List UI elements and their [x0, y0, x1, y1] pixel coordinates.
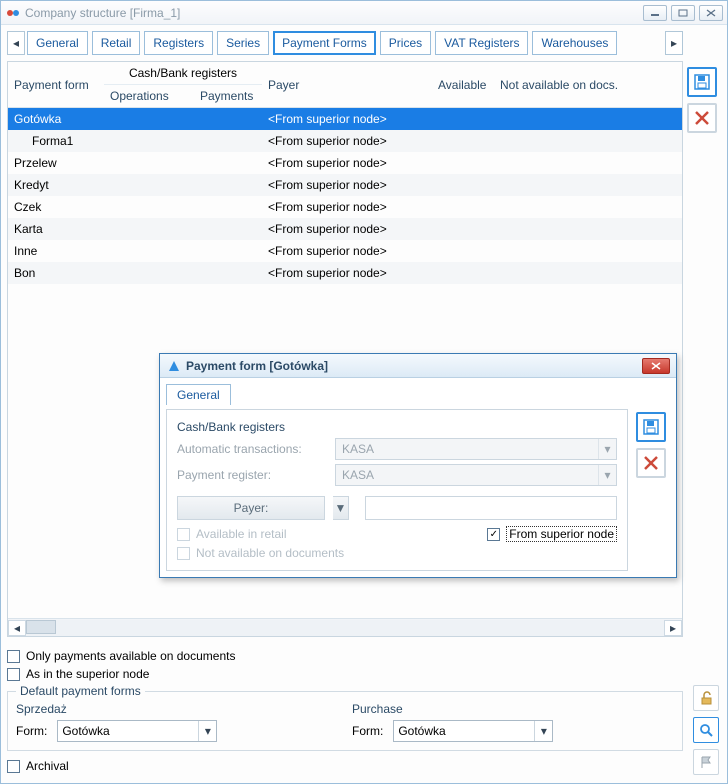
th-payer[interactable]: Payer [262, 62, 432, 107]
maximize-button[interactable] [671, 5, 695, 21]
auto-trans-select[interactable]: KASA ▾ [335, 438, 617, 460]
scroll-right-button[interactable]: ▸ [664, 620, 682, 636]
tab-payment-forms[interactable]: Payment Forms [273, 31, 376, 55]
search-button[interactable] [693, 717, 719, 743]
checkbox-icon: ✓ [487, 528, 500, 541]
tab-registers[interactable]: Registers [144, 31, 213, 55]
payment-form-dialog: Payment form [Gotówka] General Cash/Bank… [159, 353, 677, 578]
sale-label: Sprzedaż [16, 702, 338, 716]
titlebar: Company structure [Firma_1] [1, 1, 727, 25]
checkbox-icon [177, 547, 190, 560]
table-row[interactable]: Gotówka<From superior node> [8, 108, 682, 130]
payer-dropdown[interactable]: ▼ [333, 496, 349, 520]
table-row[interactable]: Karta<From superior node> [8, 218, 682, 240]
checkbox-icon [177, 528, 190, 541]
archival-checkbox[interactable]: Archival [7, 759, 683, 773]
auto-trans-label: Automatic transactions: [177, 442, 327, 456]
table-row[interactable]: Czek<From superior node> [8, 196, 682, 218]
th-not-available[interactable]: Not available on docs. [494, 62, 682, 107]
magnifier-icon [698, 722, 714, 738]
dialog-close-button[interactable] [642, 358, 670, 374]
th-operations[interactable]: Operations [104, 85, 194, 107]
dialog-icon [166, 358, 182, 374]
tab-scroll-right[interactable]: ▸ [665, 31, 683, 55]
from-superior-checkbox[interactable]: ✓ From superior node [487, 526, 617, 542]
delete-button[interactable] [687, 103, 717, 133]
tab-strip: ◂ GeneralRetailRegistersSeriesPayment Fo… [7, 31, 683, 55]
tab-retail[interactable]: Retail [92, 31, 141, 55]
purchase-form-select[interactable]: Gotówka ▾ [393, 720, 553, 742]
tab-general[interactable]: General [27, 31, 88, 55]
chevron-down-icon: ▾ [598, 465, 616, 485]
pay-reg-select[interactable]: KASA ▾ [335, 464, 617, 486]
checkbox-icon [7, 650, 20, 663]
table-row[interactable]: Przelew<From superior node> [8, 152, 682, 174]
x-icon [643, 455, 659, 471]
minimize-button[interactable] [643, 5, 667, 21]
save-button[interactable] [687, 67, 717, 97]
dialog-tab-general[interactable]: General [166, 384, 231, 405]
tab-series[interactable]: Series [217, 31, 269, 55]
as-in-superior-checkbox[interactable]: As in the superior node [7, 667, 683, 681]
window: Company structure [Firma_1] ◂ GeneralRet… [0, 0, 728, 784]
floppy-icon [693, 73, 711, 91]
scroll-thumb[interactable] [26, 620, 56, 634]
sale-form-select[interactable]: Gotówka ▾ [57, 720, 217, 742]
dialog-save-button[interactable] [636, 412, 666, 442]
group-label: Cash/Bank registers [177, 420, 617, 434]
payer-button[interactable]: Payer: [177, 496, 325, 520]
chevron-down-icon: ▾ [534, 721, 552, 741]
dialog-cancel-button[interactable] [636, 448, 666, 478]
tab-prices[interactable]: Prices [380, 31, 431, 55]
lock-button[interactable] [693, 685, 719, 711]
th-payments[interactable]: Payments [194, 85, 262, 107]
app-icon [5, 5, 21, 21]
th-payment-form[interactable]: Payment form [8, 62, 104, 107]
tab-vat-registers[interactable]: VAT Registers [435, 31, 528, 55]
close-button[interactable] [699, 5, 723, 21]
available-retail-checkbox: Available in retail [177, 527, 487, 541]
th-available[interactable]: Available [432, 62, 494, 107]
h-scrollbar[interactable]: ◂ ▸ [8, 618, 682, 636]
scroll-track[interactable] [26, 620, 664, 636]
purchase-label: Purchase [352, 702, 674, 716]
scroll-left-button[interactable]: ◂ [8, 620, 26, 636]
form-label: Form: [16, 724, 47, 738]
checkbox-icon [7, 760, 20, 773]
chevron-down-icon: ▾ [198, 721, 216, 741]
floppy-icon [642, 418, 660, 436]
table-row[interactable]: Kredyt<From superior node> [8, 174, 682, 196]
window-title: Company structure [Firma_1] [25, 6, 643, 20]
tab-warehouses[interactable]: Warehouses [532, 31, 617, 55]
table-header: Payment form Cash/Bank registers Operati… [8, 62, 682, 108]
table-row[interactable]: Forma1<From superior node> [8, 130, 682, 152]
dialog-titlebar[interactable]: Payment form [Gotówka] [160, 354, 676, 378]
lock-open-icon [698, 690, 714, 706]
th-cash-bank-group: Cash/Bank registers Operations Payments [104, 62, 262, 107]
only-payments-checkbox[interactable]: Only payments available on documents [7, 649, 683, 663]
dialog-panel: Cash/Bank registers Automatic transactio… [166, 409, 628, 571]
tab-scroll-left[interactable]: ◂ [7, 31, 25, 55]
payer-input[interactable] [365, 496, 617, 520]
table-row[interactable]: Bon<From superior node> [8, 262, 682, 284]
default-payment-forms-group: Default payment forms Sprzedaż Form: Got… [7, 691, 683, 751]
flag-button[interactable] [693, 749, 719, 775]
table-row[interactable]: Inne<From superior node> [8, 240, 682, 262]
checkbox-icon [7, 668, 20, 681]
chevron-down-icon: ▾ [598, 439, 616, 459]
flag-icon [699, 755, 713, 769]
x-icon [694, 110, 710, 126]
form-label: Form: [352, 724, 383, 738]
not-available-docs-checkbox: Not available on documents [177, 546, 617, 560]
pay-reg-label: Payment register: [177, 468, 327, 482]
